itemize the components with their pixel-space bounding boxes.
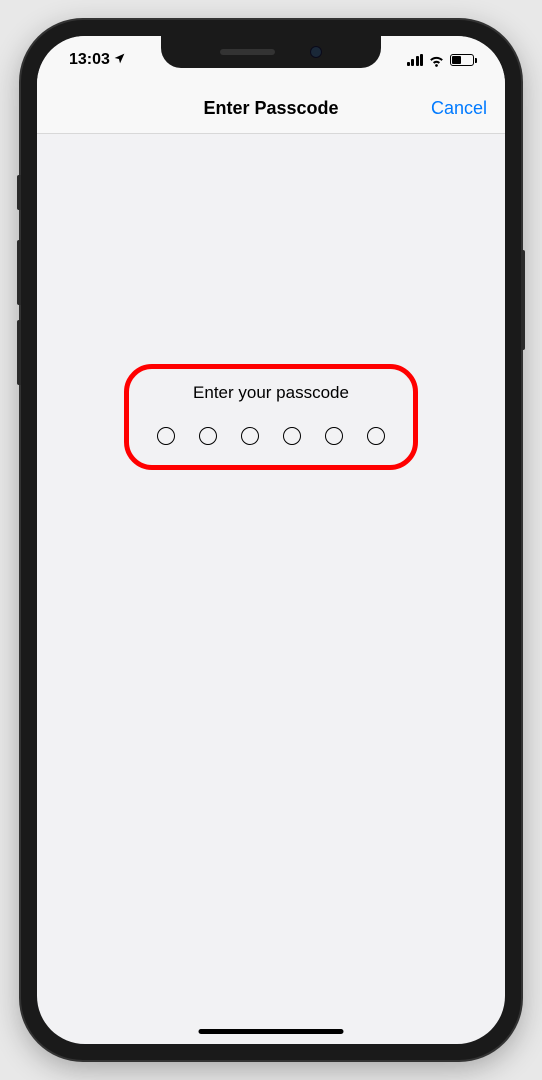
passcode-dot [325, 427, 343, 445]
status-time: 13:03 [69, 51, 110, 69]
screen: 13:03 E [37, 36, 505, 1044]
location-arrow-icon [113, 52, 126, 68]
cancel-button[interactable]: Cancel [431, 98, 487, 119]
silent-switch [17, 175, 21, 210]
passcode-dot [367, 427, 385, 445]
navigation-bar: Enter Passcode Cancel [37, 84, 505, 134]
passcode-dot [241, 427, 259, 445]
passcode-dot [157, 427, 175, 445]
speaker-grille [220, 49, 275, 55]
passcode-prompt: Enter your passcode [193, 383, 349, 403]
home-indicator[interactable] [199, 1029, 344, 1034]
content-area: Enter your passcode [37, 134, 505, 470]
wifi-icon [428, 54, 445, 67]
cellular-signal-icon [407, 54, 424, 66]
passcode-dot [199, 427, 217, 445]
battery-icon [450, 54, 477, 66]
volume-up-button [17, 240, 21, 305]
annotation-highlight: Enter your passcode [124, 364, 418, 470]
page-title: Enter Passcode [203, 98, 338, 119]
notch [161, 36, 381, 68]
front-camera [310, 46, 322, 58]
power-button [521, 250, 525, 350]
status-bar-left: 13:03 [69, 51, 126, 69]
passcode-input[interactable] [157, 427, 385, 445]
passcode-dot [283, 427, 301, 445]
status-bar-right [407, 54, 478, 67]
volume-down-button [17, 320, 21, 385]
phone-device-frame: 13:03 E [21, 20, 521, 1060]
